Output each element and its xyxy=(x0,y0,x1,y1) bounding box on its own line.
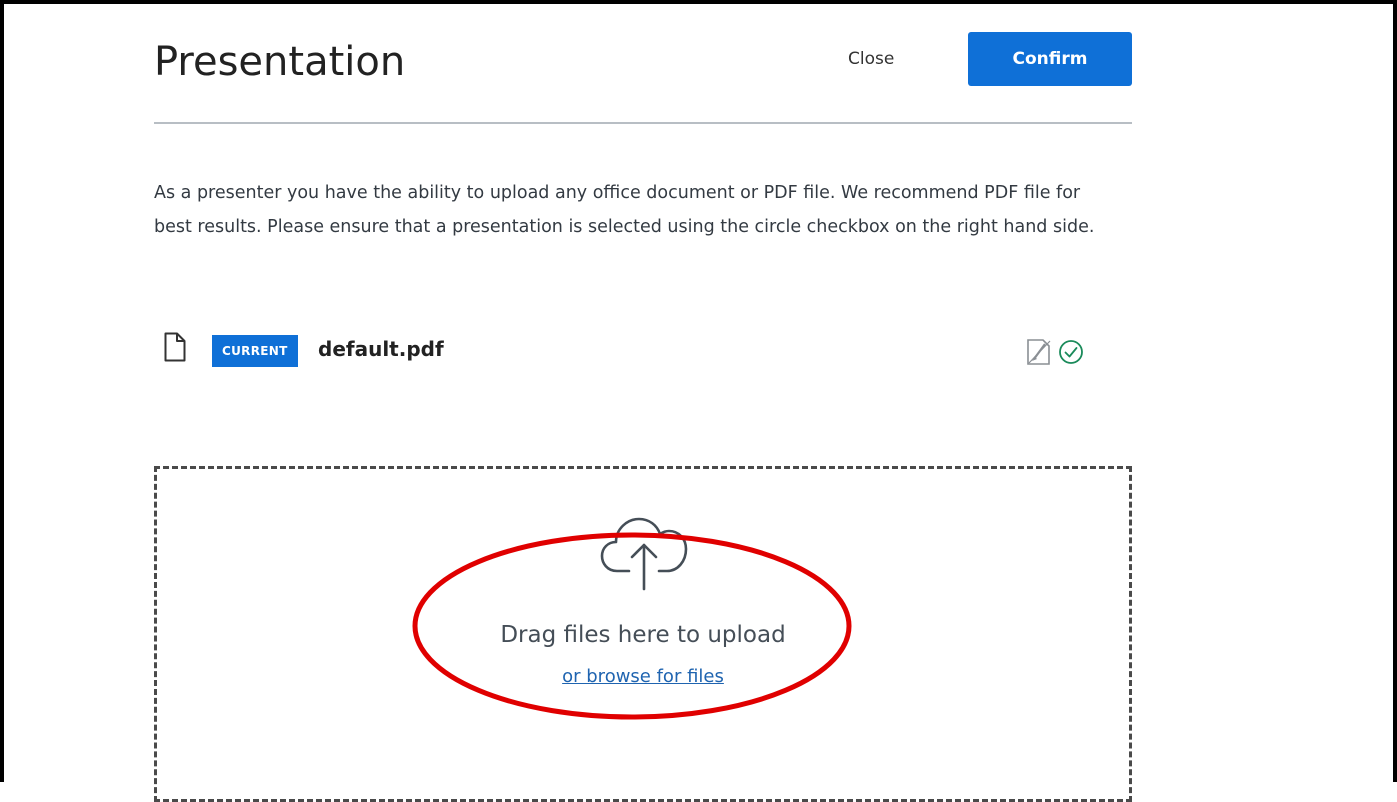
presentation-modal: Presentation Close Confirm As a presente… xyxy=(154,0,1132,802)
file-name: default.pdf xyxy=(318,337,444,361)
cloud-upload-icon xyxy=(599,511,689,591)
file-icon xyxy=(164,332,186,362)
browse-files-link[interactable]: or browse for files xyxy=(562,666,724,687)
check-circle-icon[interactable] xyxy=(1058,338,1084,366)
file-list-item: CURRENT default.pdf xyxy=(154,330,1132,370)
current-badge: CURRENT xyxy=(212,335,298,367)
dropzone-text: Drag files here to upload xyxy=(500,622,786,648)
confirm-button[interactable]: Confirm xyxy=(968,32,1132,86)
header-divider xyxy=(154,122,1132,124)
remove-file-icon[interactable] xyxy=(1026,338,1052,366)
close-button[interactable]: Close xyxy=(848,49,894,69)
modal-title: Presentation xyxy=(154,39,406,85)
upload-instructions: As a presenter you have the ability to u… xyxy=(154,183,1095,237)
file-dropzone[interactable]: Drag files here to upload or browse for … xyxy=(154,466,1132,802)
